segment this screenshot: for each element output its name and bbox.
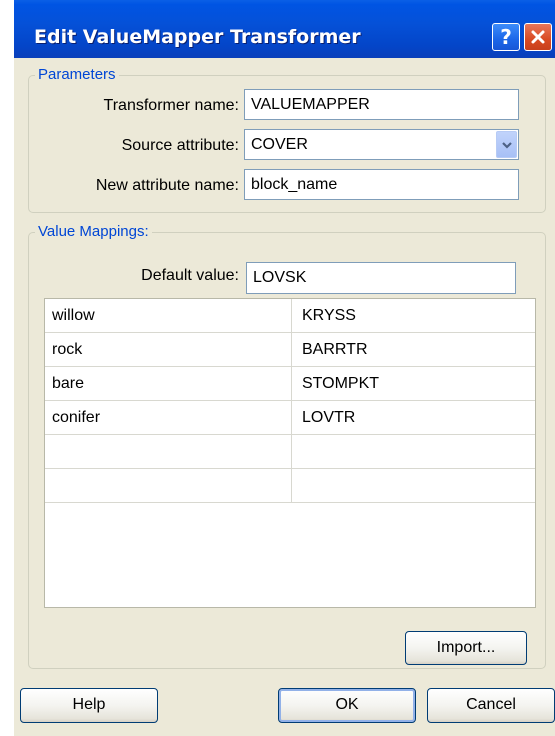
mapping-target-cell[interactable]: KRYSS (292, 299, 535, 332)
value-mappings-group-label: Value Mappings: (35, 222, 152, 242)
title-bar[interactable]: Edit ValueMapper Transformer ? (14, 0, 555, 58)
value-mappings-table[interactable]: willow KRYSS rock BARRTR bare STOMPKT co… (44, 298, 536, 608)
table-row[interactable] (45, 469, 535, 503)
edit-valuemapper-dialog: Edit ValueMapper Transformer ? Parameter… (14, 0, 555, 736)
default-value-field[interactable]: LOVSK (246, 262, 516, 294)
mapping-source-cell[interactable]: rock (45, 333, 292, 366)
title-help-button[interactable]: ? (492, 23, 520, 51)
default-value-label: Default value: (141, 267, 239, 284)
chevron-down-icon[interactable] (496, 131, 517, 158)
table-row[interactable]: willow KRYSS (45, 299, 535, 333)
import-button[interactable]: Import... (405, 631, 527, 665)
table-row[interactable]: conifer LOVTR (45, 401, 535, 435)
new-attribute-name-label: New attribute name: (95, 177, 239, 194)
question-mark-icon: ? (500, 25, 512, 49)
mapping-source-cell[interactable]: bare (45, 367, 292, 400)
table-row[interactable]: rock BARRTR (45, 333, 535, 367)
mapping-target-cell[interactable]: LOVTR (292, 401, 535, 434)
mapping-source-cell[interactable]: conifer (45, 401, 292, 434)
mapping-target-cell[interactable]: STOMPKT (292, 367, 535, 400)
mapping-target-cell[interactable] (292, 469, 535, 502)
mapping-source-cell[interactable]: willow (45, 299, 292, 332)
transformer-name-label: Transformer name: (103, 97, 239, 114)
parameters-group-label: Parameters (35, 65, 119, 85)
mapping-target-cell[interactable] (292, 435, 535, 468)
mapping-target-cell[interactable]: BARRTR (292, 333, 535, 366)
help-button[interactable]: Help (20, 688, 158, 723)
ok-button[interactable]: OK (278, 688, 416, 723)
title-close-button[interactable] (524, 23, 552, 51)
transformer-name-field[interactable]: VALUEMAPPER (244, 89, 519, 120)
source-attribute-dropdown[interactable]: COVER (244, 129, 519, 160)
mapping-source-cell[interactable] (45, 469, 292, 502)
mapping-source-cell[interactable] (45, 435, 292, 468)
source-attribute-label: Source attribute: (121, 137, 239, 154)
window-title: Edit ValueMapper Transformer (34, 26, 361, 48)
close-x-icon (531, 30, 545, 44)
cancel-button[interactable]: Cancel (427, 688, 555, 723)
source-attribute-value: COVER (251, 136, 308, 153)
table-row[interactable] (45, 435, 535, 469)
new-attribute-name-field[interactable]: block_name (244, 169, 519, 200)
table-row[interactable]: bare STOMPKT (45, 367, 535, 401)
